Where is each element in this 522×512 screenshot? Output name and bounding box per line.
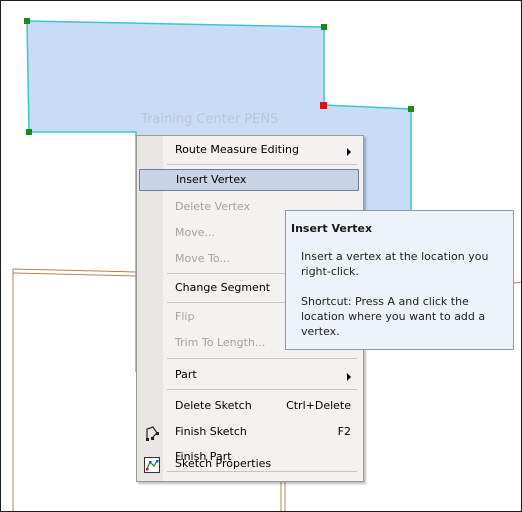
menu-item-label: Move To... — [175, 252, 230, 265]
menu-item-shortcut: F2 — [337, 425, 351, 438]
tooltip: Insert Vertex Insert a vertex at the loc… — [285, 210, 514, 350]
vertex-handle[interactable] — [408, 106, 414, 112]
road-line — [12, 272, 137, 277]
menu-item-part[interactable]: Part — [139, 365, 359, 387]
finish-sketch-icon — [146, 426, 159, 441]
menu-item-label: Sketch Properties — [175, 457, 272, 470]
submenu-arrow-icon — [347, 148, 351, 156]
menu-separator — [167, 358, 357, 359]
menu-item-label: Delete Sketch — [175, 399, 252, 412]
menu-item-label: Trim To Length... — [175, 336, 266, 349]
menu-item-delete-sketch[interactable]: Delete Sketch Ctrl+Delete — [139, 396, 359, 418]
menu-item-shortcut: Ctrl+Delete — [286, 399, 351, 412]
road-line — [513, 281, 521, 284]
vertex-handle[interactable] — [26, 129, 32, 135]
menu-item-label: Change Segment — [175, 281, 271, 294]
feature-label: Training Center PENS — [141, 112, 279, 127]
menu-item-insert-vertex[interactable]: Insert Vertex — [139, 169, 359, 191]
menu-item-label: Flip — [175, 310, 195, 323]
tooltip-shortcut: Shortcut: Press A and click the location… — [301, 295, 486, 338]
menu-item-label: Insert Vertex — [176, 173, 247, 186]
menu-item-label: Route Measure Editing — [175, 143, 299, 156]
tooltip-title: Insert Vertex — [291, 222, 373, 235]
menu-item-label: Delete Vertex — [175, 200, 250, 213]
menu-item-finish-sketch[interactable]: Finish Sketch F2 — [139, 422, 359, 444]
menu-item-label: Finish Sketch — [175, 425, 247, 438]
sketch-properties-icon — [144, 457, 160, 473]
road-line — [12, 268, 137, 273]
menu-item-sketch-properties[interactable]: Sketch Properties — [139, 454, 359, 476]
menu-separator — [167, 164, 357, 165]
menu-item-label: Part — [175, 368, 197, 381]
menu-separator — [167, 389, 357, 390]
menu-item-label: Move... — [175, 226, 215, 239]
vertex-handle[interactable] — [24, 18, 30, 24]
tooltip-body: Insert a vertex at the location you righ… — [301, 250, 489, 278]
map-view[interactable]: Training Center PENS Route Measure Editi… — [0, 0, 522, 512]
menu-item-route-measure-editing[interactable]: Route Measure Editing — [139, 140, 359, 162]
selected-vertex-handle[interactable] — [320, 102, 327, 109]
vertex-handle[interactable] — [321, 24, 327, 30]
submenu-arrow-icon — [347, 373, 351, 381]
